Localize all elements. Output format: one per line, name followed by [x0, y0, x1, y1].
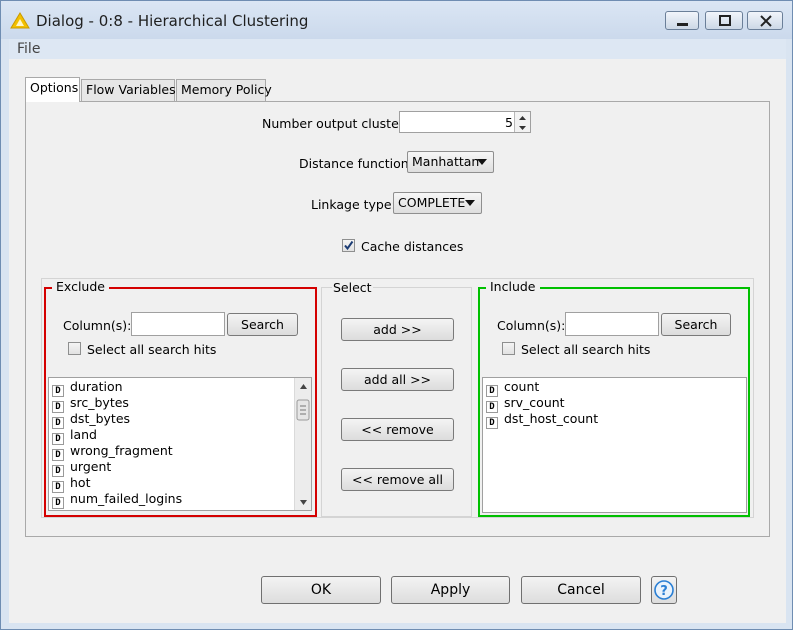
list-item-label: src_bytes — [70, 395, 129, 410]
add-button[interactable]: add >> — [341, 318, 454, 341]
exclude-select-all-label: Select all search hits — [87, 342, 217, 357]
include-legend: Include — [486, 280, 540, 294]
apply-button[interactable]: Apply — [391, 576, 510, 604]
exclude-search-button[interactable]: Search — [227, 313, 298, 336]
exclude-legend: Exclude — [52, 280, 109, 294]
list-item[interactable]: Dduration — [52, 379, 123, 397]
list-item[interactable]: Dhot — [52, 475, 91, 493]
include-search-button[interactable]: Search — [661, 313, 731, 336]
dialog-window: Dialog - 0:8 - Hierarchical Clustering F… — [0, 0, 793, 630]
include-search-input[interactable] — [565, 312, 659, 336]
restore-icon — [719, 15, 731, 26]
list-item[interactable]: Dsrc_bytes — [52, 395, 129, 413]
exclude-select-all-checkbox[interactable] — [68, 342, 81, 355]
linkage-type-value: COMPLETE — [398, 195, 466, 210]
dropdown-arrow-icon — [465, 200, 475, 206]
tab-memory-policy[interactable]: Memory Policy — [176, 79, 272, 101]
list-item[interactable]: Dland — [52, 427, 97, 445]
include-columns-label: Column(s): — [497, 318, 566, 333]
remove-button[interactable]: << remove — [341, 418, 454, 441]
tab-flow-variables[interactable]: Flow Variables — [81, 79, 176, 101]
checkmark-icon — [344, 240, 354, 251]
minimize-icon — [677, 23, 688, 26]
double-type-icon: D — [486, 417, 498, 429]
list-item-label: count — [504, 379, 540, 394]
scrollbar-graphics — [296, 384, 310, 505]
title-bar[interactable]: Dialog - 0:8 - Hierarchical Clustering — [1, 1, 792, 39]
list-item-label: dst_host_count — [504, 411, 599, 426]
ok-button[interactable]: OK — [261, 576, 381, 604]
arrow-down-icon — [519, 126, 526, 130]
list-item[interactable]: Ddst_bytes — [52, 411, 131, 429]
add-all-button[interactable]: add all >> — [341, 368, 454, 391]
distance-function-select[interactable]: Manhattan — [407, 151, 494, 173]
exclude-columns-label: Column(s): — [63, 318, 132, 333]
maximize-button[interactable] — [705, 11, 743, 30]
list-item-label: num_failed_logins — [70, 491, 183, 506]
distance-function-value: Manhattan — [412, 154, 480, 169]
minimize-button[interactable] — [665, 11, 699, 30]
list-item[interactable]: Ddst_host_count — [486, 411, 599, 429]
list-item[interactable]: Dcount — [486, 379, 540, 397]
svg-text:?: ? — [660, 584, 668, 599]
include-select-all-checkbox[interactable] — [502, 342, 515, 355]
spinner-value[interactable]: 5 — [505, 115, 513, 130]
dropdown-arrow-icon — [477, 159, 487, 165]
list-item-label: srv_count — [504, 395, 565, 410]
close-icon — [760, 15, 772, 27]
exclude-search-input[interactable] — [131, 312, 225, 336]
exclude-list-scrollbar[interactable] — [294, 378, 311, 510]
select-legend: Select — [332, 280, 373, 295]
menu-file[interactable]: File — [17, 41, 40, 57]
remove-all-button[interactable]: << remove all — [341, 468, 454, 491]
help-button[interactable]: ? — [651, 576, 677, 604]
tab-options[interactable]: Options — [25, 77, 80, 102]
close-button[interactable] — [747, 11, 783, 30]
spinner-down-button[interactable] — [515, 122, 530, 132]
list-item-label: land — [70, 427, 97, 442]
linkage-type-select[interactable]: COMPLETE — [393, 192, 482, 214]
number-output-cluster-label: Number output cluster: — [262, 116, 408, 131]
include-select-all-label: Select all search hits — [521, 342, 651, 357]
list-item[interactable]: Dnum_failed_logins — [52, 491, 183, 509]
linkage-type-label: Linkage type: — [311, 197, 396, 212]
window-title: Dialog - 0:8 - Hierarchical Clustering — [36, 12, 309, 30]
list-item[interactable]: Dsrv_count — [486, 395, 565, 413]
distance-function-label: Distance function: — [299, 156, 413, 171]
number-output-cluster-spinner[interactable]: 5 — [399, 111, 531, 133]
cache-distances-label: Cache distances — [361, 239, 464, 254]
list-item[interactable]: Durgent — [52, 459, 112, 477]
help-icon: ? — [654, 580, 674, 600]
list-item-label: urgent — [70, 459, 112, 474]
cancel-button[interactable]: Cancel — [521, 576, 641, 604]
list-item-label: duration — [70, 379, 123, 394]
list-item-label: dst_bytes — [70, 411, 131, 426]
list-item[interactable]: D — [52, 507, 70, 510]
exclude-column-list[interactable]: Dduration Dsrc_bytes Ddst_bytes Dland Dw… — [48, 377, 312, 511]
list-item-label: wrong_fragment — [70, 443, 173, 458]
spinner-buttons — [514, 112, 530, 132]
knime-triangle-icon — [10, 12, 30, 29]
cache-distances-checkbox[interactable] — [342, 239, 355, 252]
menu-bar: File — [9, 39, 786, 59]
list-item-label: hot — [70, 475, 91, 490]
list-item[interactable]: Dwrong_fragment — [52, 443, 173, 461]
include-column-list[interactable]: Dcount Dsrv_count Ddst_host_count — [482, 377, 747, 513]
dialog-content: Options Flow Variables Memory Policy Num… — [9, 59, 786, 623]
